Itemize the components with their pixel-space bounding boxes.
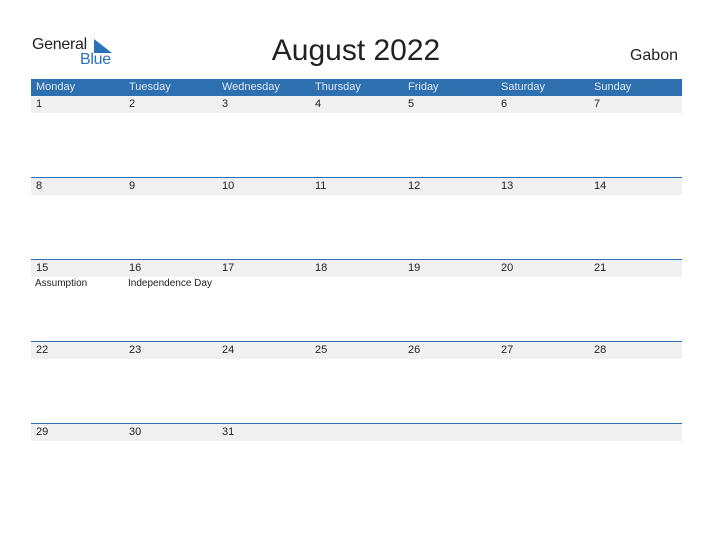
weekday-header: Monday Tuesday Wednesday Thursday Friday Satu… <box>31 79 682 96</box>
day-number: 10 <box>217 178 310 195</box>
day-cell-11: 11 <box>310 178 403 195</box>
day-number: 20 <box>496 260 589 277</box>
day-number: 23 <box>124 342 217 359</box>
day-number: 24 <box>217 342 310 359</box>
day-number: 28 <box>589 342 682 359</box>
weekday-wednesday: Wednesday <box>222 81 280 93</box>
country-label: Gabon <box>629 47 678 64</box>
day-cell-12: 12 <box>403 178 496 195</box>
day-number: 5 <box>403 96 496 113</box>
day-number <box>496 424 589 441</box>
day-cell-22: 22 <box>31 342 124 359</box>
day-number: 15 <box>31 260 124 277</box>
day-number: 27 <box>496 342 589 359</box>
day-number: 29 <box>31 424 124 441</box>
day-cell-25: 25 <box>310 342 403 359</box>
day-cell-1: 1 <box>31 96 124 113</box>
day-number: 11 <box>310 178 403 195</box>
day-number <box>403 424 496 441</box>
day-number <box>310 424 403 441</box>
day-number: 3 <box>217 96 310 113</box>
day-cell-27: 27 <box>496 342 589 359</box>
day-cell-9: 9 <box>124 178 217 195</box>
day-number: 6 <box>496 96 589 113</box>
weekday-saturday: Saturday <box>501 81 546 93</box>
day-cell-28: 28 <box>589 342 682 359</box>
day-cell-3: 3 <box>217 96 310 113</box>
day-number <box>589 424 682 441</box>
day-cell-13: 13 <box>496 178 589 195</box>
day-cell-8: 8 <box>31 178 124 195</box>
day-number: 7 <box>589 96 682 113</box>
day-cell-empty <box>403 424 496 441</box>
day-cell-17: 17 <box>217 260 310 289</box>
day-number: 9 <box>124 178 217 195</box>
day-cell-23: 23 <box>124 342 217 359</box>
day-number: 1 <box>31 96 124 113</box>
day-number: 8 <box>31 178 124 195</box>
day-cell-26: 26 <box>403 342 496 359</box>
day-cell-empty <box>310 424 403 441</box>
day-cell-31: 31 <box>217 424 310 441</box>
day-cell-24: 24 <box>217 342 310 359</box>
day-cell-14: 14 <box>589 178 682 195</box>
day-cell-30: 30 <box>124 424 217 441</box>
day-number: 30 <box>124 424 217 441</box>
day-cell-empty <box>589 424 682 441</box>
day-cell-20: 20 <box>496 260 589 289</box>
day-cell-5: 5 <box>403 96 496 113</box>
day-number: 14 <box>589 178 682 195</box>
day-number: 2 <box>124 96 217 113</box>
day-number: 4 <box>310 96 403 113</box>
day-number: 25 <box>310 342 403 359</box>
day-number: 26 <box>403 342 496 359</box>
week-row: 1234567 <box>31 96 682 177</box>
day-cell-6: 6 <box>496 96 589 113</box>
day-number: 12 <box>403 178 496 195</box>
holiday-event: Independence Day <box>128 278 212 289</box>
day-number: 22 <box>31 342 124 359</box>
day-cell-15: 15 Assumption <box>31 260 124 289</box>
day-cell-19: 19 <box>403 260 496 289</box>
holiday-event: Assumption <box>35 278 88 289</box>
day-number: 21 <box>589 260 682 277</box>
weekday-tuesday: Tuesday <box>129 81 171 93</box>
day-number: 19 <box>403 260 496 277</box>
day-cell-7: 7 <box>589 96 682 113</box>
day-number: 31 <box>217 424 310 441</box>
day-cell-2: 2 <box>124 96 217 113</box>
day-cell-18: 18 <box>310 260 403 289</box>
day-number: 17 <box>217 260 310 277</box>
calendar-grid: Monday Tuesday Wednesday Thursday Friday Satu… <box>31 79 682 505</box>
weekday-thursday: Thursday <box>315 81 361 93</box>
week-row: 29 30 31 <box>31 423 682 505</box>
day-cell-16: 16 Independence Day <box>124 260 217 289</box>
calendar-title: August 2022 <box>271 34 441 67</box>
week-row: 22 23 24 25 26 27 28 <box>31 341 682 423</box>
day-number: 16 <box>124 260 217 277</box>
day-cell-10: 10 <box>217 178 310 195</box>
day-cell-4: 4 <box>310 96 403 113</box>
weekday-monday: Monday <box>36 81 76 93</box>
day-cell-21: 21 <box>589 260 682 289</box>
weekday-friday: Friday <box>408 81 439 93</box>
day-cell-empty <box>496 424 589 441</box>
day-cell-29: 29 <box>31 424 124 441</box>
day-number: 18 <box>310 260 403 277</box>
week-row: 15 Assumption 16 Independence Day 17 18 19 20 21 <box>31 259 682 341</box>
weekday-sunday: Sunday <box>594 81 632 93</box>
day-number: 13 <box>496 178 589 195</box>
week-row: 8 9 10 11 12 13 14 <box>31 177 682 259</box>
